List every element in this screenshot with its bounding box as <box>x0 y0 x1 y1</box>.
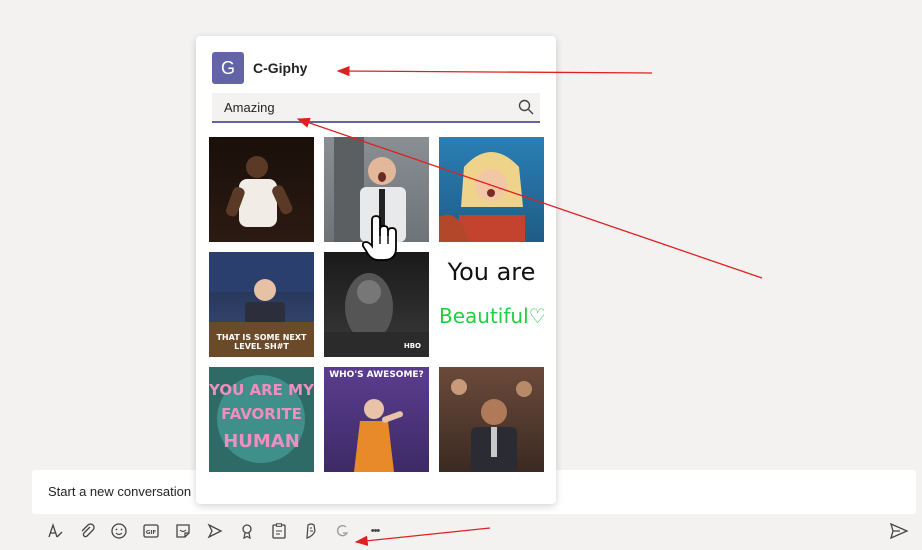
emoji-icon[interactable] <box>108 520 130 542</box>
hand-cursor-icon <box>362 215 397 261</box>
gif-caption: THAT IS SOME NEXT LEVEL SH#T <box>216 333 307 351</box>
sticker-icon[interactable] <box>172 520 194 542</box>
format-icon[interactable] <box>44 520 66 542</box>
gif-icon-label: GIF <box>146 530 157 536</box>
more-options-label: ••• <box>370 525 381 537</box>
giphy-popover: G C-Giphy Amazing THAT IS SOME NEXT LEVE… <box>196 36 556 504</box>
gif-dark-scene[interactable]: HBO <box>324 252 429 357</box>
gif-you-are-beautiful[interactable]: You are Beautiful♡ <box>439 252 544 357</box>
gif-text-line1: You are <box>447 258 536 286</box>
attach-icon[interactable] <box>76 520 98 542</box>
compose-toolbar: GIF ••• <box>36 518 436 544</box>
forms-icon[interactable] <box>268 520 290 542</box>
compose-placeholder: Start a new conversation <box>48 484 192 499</box>
gif-shocked-woman[interactable] <box>439 137 544 242</box>
more-options-icon[interactable]: ••• <box>364 520 386 542</box>
gif-watermark: HBO <box>403 342 421 350</box>
stream-icon[interactable] <box>300 520 322 542</box>
praise-icon[interactable] <box>236 520 258 542</box>
gif-icon[interactable]: GIF <box>140 520 162 542</box>
app-title: C-Giphy <box>253 60 308 76</box>
gif-caption: WHO'S AWESOME? <box>329 370 424 380</box>
gif-favorite-human[interactable]: YOU ARE MY FAVORITE HUMAN <box>209 367 314 472</box>
search-field[interactable]: Amazing <box>212 93 540 123</box>
gif-text-line2: FAVORITE <box>221 405 302 423</box>
gif-text-line3: HUMAN <box>223 431 300 452</box>
app-avatar: G <box>212 52 244 84</box>
search-input[interactable]: Amazing <box>224 100 275 115</box>
meet-now-icon[interactable] <box>204 520 226 542</box>
gif-text-line2: Beautiful♡ <box>439 304 544 328</box>
giphy-app-icon[interactable] <box>332 520 354 542</box>
gif-whos-awesome[interactable]: WHO'S AWESOME? <box>324 367 429 472</box>
send-icon[interactable] <box>888 520 910 542</box>
gif-text-line1: YOU ARE MY <box>209 381 314 399</box>
gif-talk-show-host[interactable]: THAT IS SOME NEXT LEVEL SH#T <box>209 252 314 357</box>
search-icon[interactable] <box>518 99 534 115</box>
gif-crowd-clapping[interactable] <box>439 367 544 472</box>
gif-dancing-man[interactable] <box>209 137 314 242</box>
